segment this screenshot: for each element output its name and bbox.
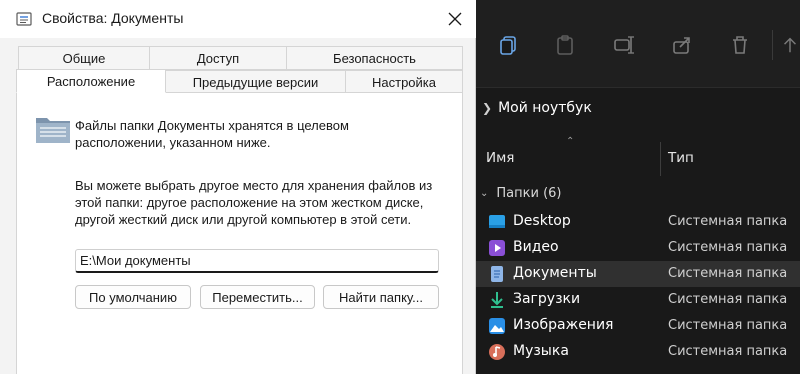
- item-type: Системная папка: [668, 344, 788, 359]
- dialog-titlebar[interactable]: Свойства: Документы: [0, 0, 476, 38]
- list-item[interactable]: Музыка Системная папка: [476, 339, 800, 365]
- properties-dialog: Свойства: Документы Общие Доступ Безопас…: [0, 0, 476, 374]
- folder-icon: [36, 118, 70, 143]
- item-type: Системная папка: [668, 266, 788, 281]
- desktop-icon: [489, 215, 505, 228]
- tab-security[interactable]: Безопасность: [286, 46, 463, 70]
- address-bar[interactable]: ❯ Мой ноутбук: [476, 92, 800, 124]
- list-item[interactable]: Изображения Системная папка: [476, 313, 800, 339]
- location-info-text: Файлы папки Документы хранятся в целевом…: [75, 118, 349, 150]
- group-header[interactable]: ⌄ Папки (6): [476, 182, 800, 204]
- copy-icon[interactable]: [492, 28, 526, 62]
- item-name: Видео: [513, 239, 559, 255]
- music-icon: [489, 344, 505, 360]
- dialog-title: Свойства: Документы: [42, 10, 184, 26]
- item-name: Desktop: [513, 213, 571, 229]
- video-icon: [489, 240, 505, 256]
- location-path-input[interactable]: [75, 249, 439, 273]
- list-item[interactable]: Документы Системная папка: [476, 261, 800, 287]
- file-explorer-window: ❯ Мой ноутбук ⌃ Имя Тип ⌄ Папки (6) Desk…: [476, 0, 800, 374]
- tab-previous-versions[interactable]: Предыдущие версии: [165, 70, 346, 94]
- tab-general[interactable]: Общие: [18, 46, 150, 70]
- chevron-right-icon[interactable]: ❯: [482, 101, 492, 115]
- item-name: Загрузки: [513, 291, 581, 307]
- tab-location[interactable]: Расположение: [16, 69, 166, 93]
- rename-icon[interactable]: [607, 28, 641, 62]
- item-type: Системная папка: [668, 214, 788, 229]
- sort-indicator-icon: ⌃: [566, 136, 575, 147]
- close-icon: [448, 12, 462, 26]
- sort-up-icon[interactable]: [780, 28, 800, 62]
- item-type: Системная папка: [668, 240, 788, 255]
- column-header: ⌃ Имя Тип: [476, 132, 800, 176]
- tab-customize[interactable]: Настройка: [345, 70, 463, 94]
- address-location[interactable]: Мой ноутбук: [498, 100, 592, 116]
- item-type: Системная папка: [668, 318, 788, 333]
- column-separator[interactable]: [660, 142, 661, 176]
- column-type[interactable]: Тип: [668, 150, 694, 166]
- download-icon: [491, 292, 503, 308]
- item-name: Музыка: [513, 343, 569, 359]
- find-target-button[interactable]: Найти папку...: [323, 285, 439, 309]
- tab-sharing[interactable]: Доступ: [149, 46, 287, 70]
- image-icon: [489, 318, 505, 334]
- delete-icon[interactable]: [723, 28, 757, 62]
- chevron-down-icon[interactable]: ⌄: [480, 188, 488, 199]
- location-help-text: Вы можете выбрать другое место для хране…: [75, 178, 433, 227]
- explorer-toolbar: [476, 0, 800, 88]
- share-icon[interactable]: [665, 28, 699, 62]
- file-list: Desktop Системная папка Видео Системная …: [476, 209, 800, 365]
- item-name: Изображения: [513, 317, 614, 333]
- close-button[interactable]: [436, 4, 474, 34]
- properties-icon: [16, 12, 32, 26]
- document-icon: [491, 266, 503, 282]
- move-button[interactable]: Переместить...: [200, 285, 315, 309]
- item-type: Системная папка: [668, 292, 788, 307]
- column-name[interactable]: Имя: [486, 150, 514, 166]
- restore-default-button[interactable]: По умолчанию: [75, 285, 191, 309]
- group-label: Папки (6): [496, 185, 562, 201]
- toolbar-separator: [772, 30, 773, 60]
- list-item[interactable]: Desktop Системная папка: [476, 209, 800, 235]
- list-item[interactable]: Видео Системная папка: [476, 235, 800, 261]
- list-item[interactable]: Загрузки Системная папка: [476, 287, 800, 313]
- location-tab-panel: Файлы папки Документы хранятся в целевом…: [16, 92, 463, 374]
- item-name: Документы: [513, 265, 597, 281]
- paste-icon[interactable]: [548, 28, 582, 62]
